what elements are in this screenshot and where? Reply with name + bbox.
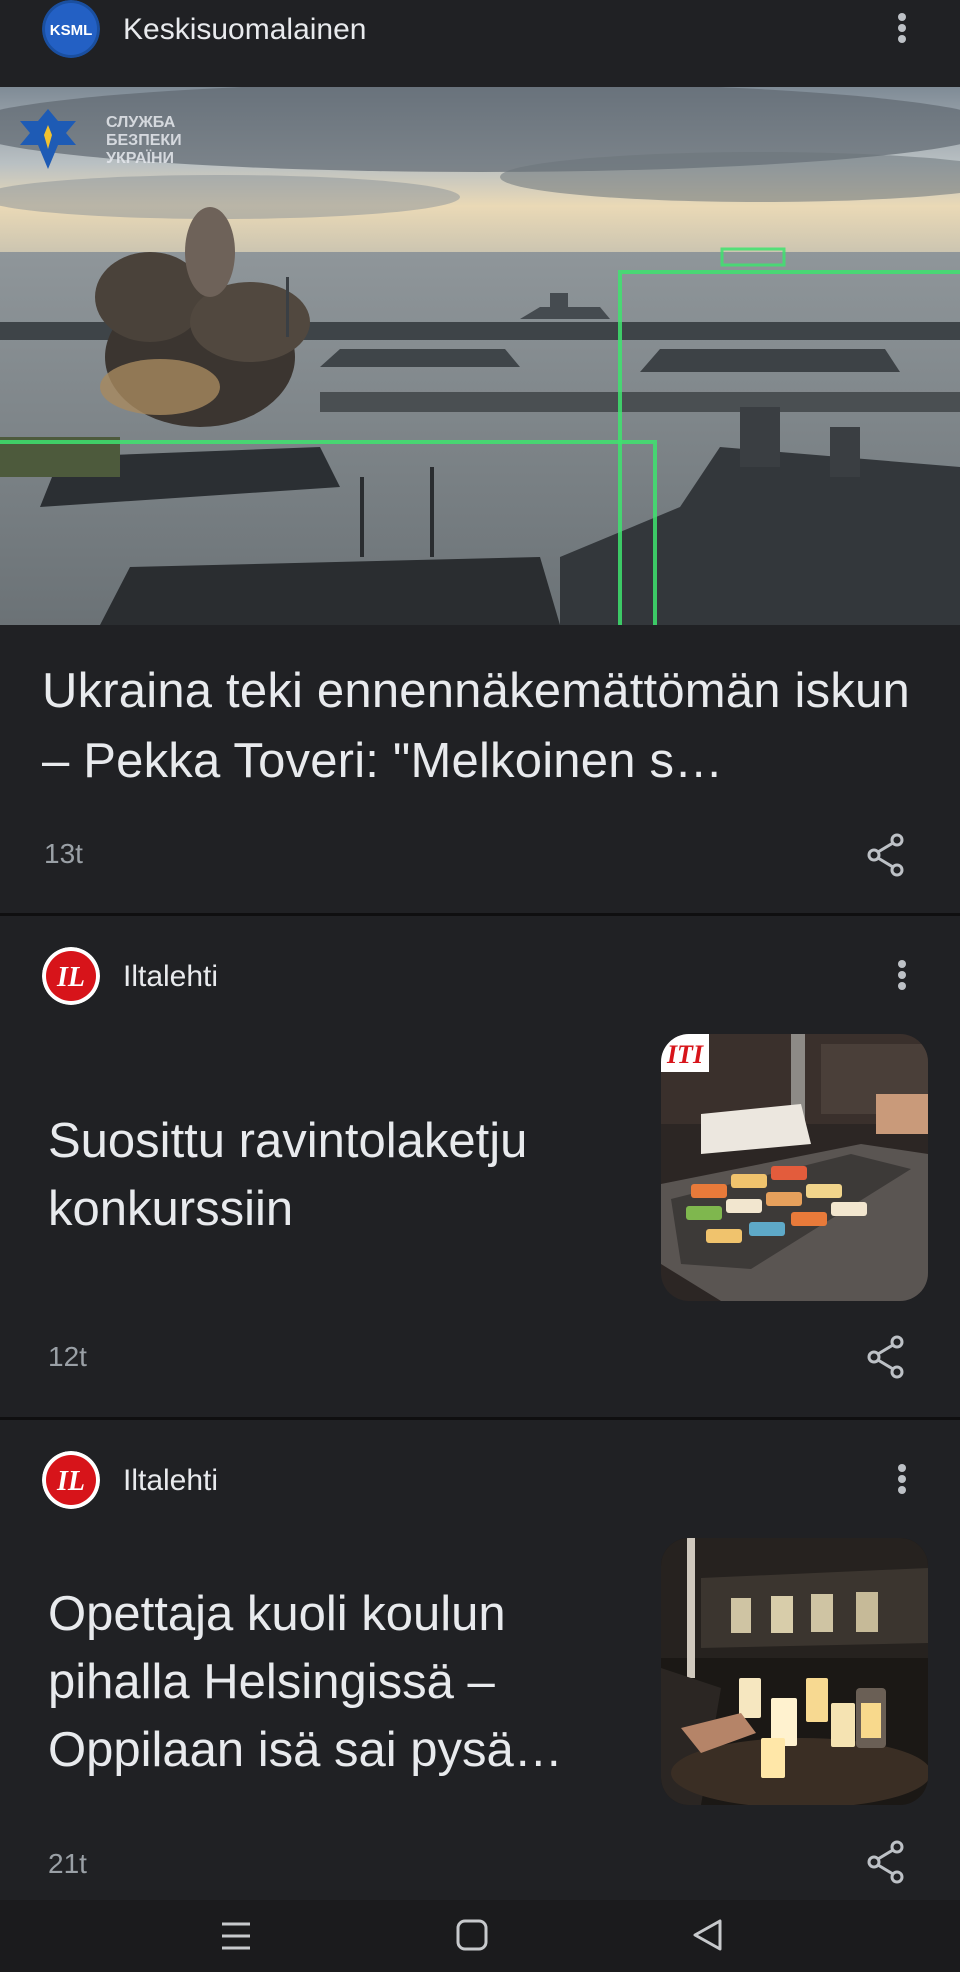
source-row: IL Iltalehti [0,1451,960,1511]
iltalehti-logo: IL [42,1451,100,1509]
thumb-badge: ITI [666,1040,704,1069]
iltalehti-logo-text: IL [56,962,85,993]
more-options-icon[interactable] [896,1461,908,1501]
share-icon[interactable] [866,1840,906,1884]
share-icon[interactable] [866,1335,906,1379]
headline[interactable]: Ukraina teki ennennäkemättömän iskun – P… [42,656,922,796]
more-options-icon[interactable] [896,957,908,997]
source-row: IL Iltalehti [0,947,960,1007]
iltalehti-logo-text: IL [56,1466,85,1497]
ksml-logo-text: KSML [50,22,93,39]
news-card-1[interactable]: KSML Keskisuomalainen СЛУЖБА БЕЗПЕКИ УКР… [0,0,960,913]
home-icon[interactable] [454,1917,490,1953]
timestamp: 13t [44,838,83,869]
timestamp: 21t [48,1848,87,1879]
back-icon[interactable] [690,1917,726,1953]
more-options-icon[interactable] [896,10,908,50]
thumbnail-image[interactable] [661,1538,928,1805]
hero-image[interactable]: СЛУЖБА БЕЗПЕКИ УКРАЇНИ [0,87,960,625]
timestamp: 12t [48,1341,87,1372]
headline[interactable]: Opettaja kuoli koulun pihalla Helsingiss… [48,1580,658,1784]
source-name[interactable]: Iltalehti [123,947,218,1007]
sbu-line-1: СЛУЖБА [106,114,176,131]
recent-apps-icon[interactable] [218,1918,254,1954]
system-navigation-bar [0,1900,960,1972]
source-name[interactable]: Keskisuomalainen [123,0,366,60]
source-name[interactable]: Iltalehti [123,1451,218,1511]
headline[interactable]: Suosittu ravintolaketju konkurssiin [48,1107,648,1243]
share-icon[interactable] [866,833,906,877]
iltalehti-logo: IL [42,947,100,1005]
thumbnail-image[interactable]: ITI [661,1034,928,1301]
news-card-2[interactable]: IL Iltalehti Suosittu ravintolaketju kon… [0,916,960,1417]
source-row: KSML Keskisuomalainen [0,0,960,60]
ksml-logo: KSML [42,0,100,58]
sbu-line-3: УКРАЇНИ [106,149,174,167]
sbu-line-2: БЕЗПЕКИ [106,132,182,149]
news-card-3[interactable]: IL Iltalehti Opettaja kuoli koulun pihal… [0,1420,960,1972]
